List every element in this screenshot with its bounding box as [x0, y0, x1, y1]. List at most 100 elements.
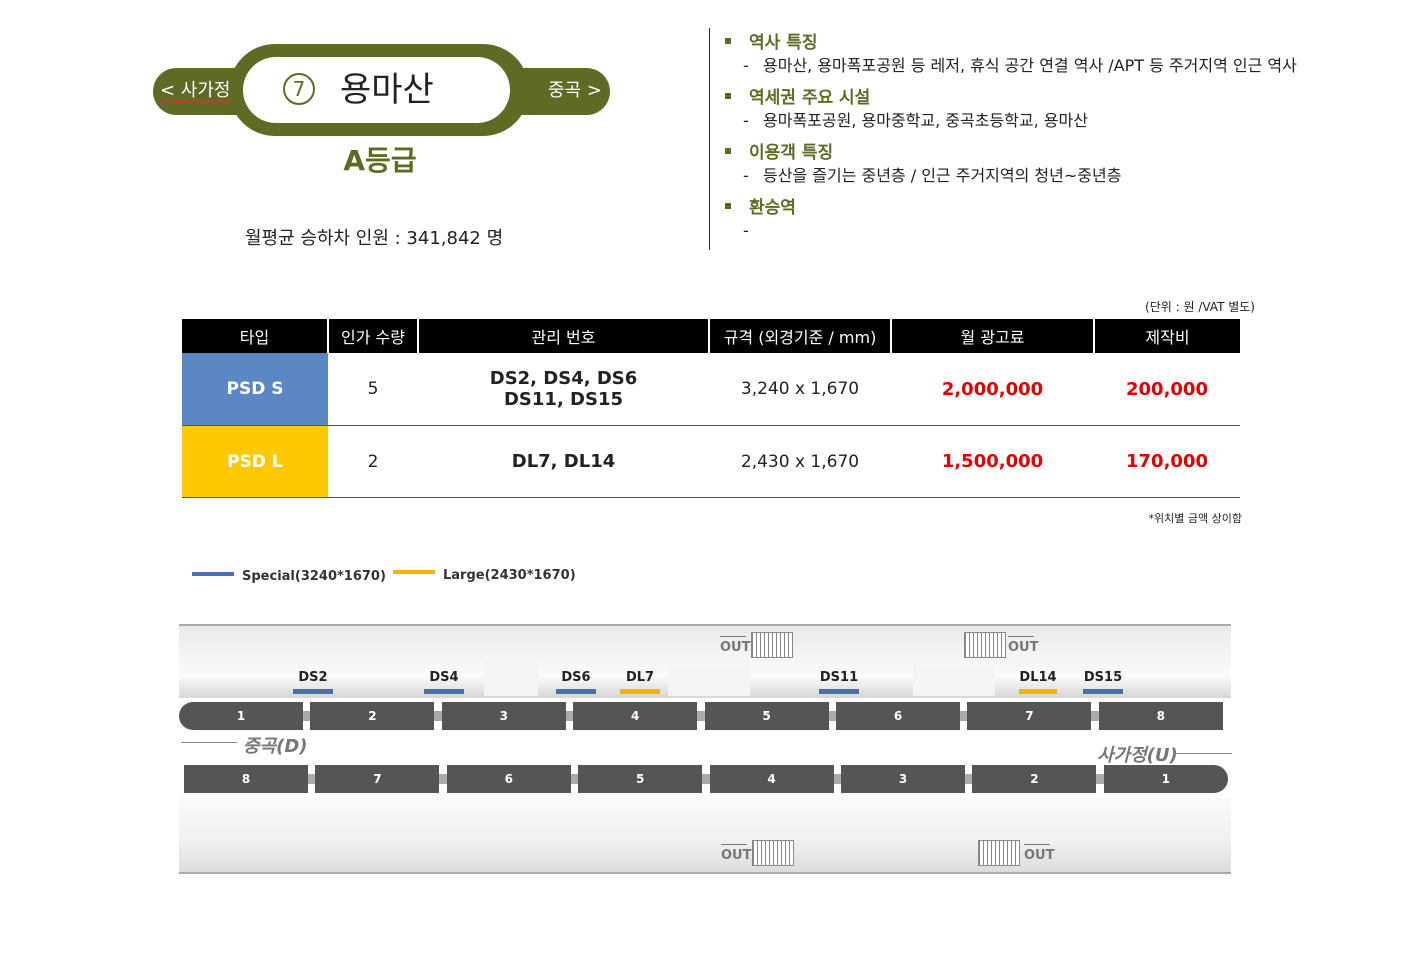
train-car: 8	[184, 765, 308, 793]
qty-cell: 2	[328, 425, 418, 498]
train-car: 7	[967, 702, 1092, 730]
large-legend-swatch	[393, 570, 435, 574]
direction-right-label: 사가정(U)	[1097, 745, 1178, 766]
train-car: 6	[836, 702, 960, 730]
car-coupler	[308, 774, 316, 784]
station-grade: A등급	[343, 144, 417, 177]
car-coupler	[833, 774, 841, 784]
car-coupler	[702, 774, 710, 784]
door-label: DL7	[625, 670, 655, 685]
monthly-riders: 월평균 승하차 인원 : 341,842 명	[245, 228, 504, 249]
unit-note: (단위 : 원 /VAT 별도)	[1145, 300, 1255, 314]
train-car: 1	[179, 702, 303, 730]
size-cell: 2,430 x 1,670	[709, 425, 891, 498]
table-footnote: *위치별 금액 상이함	[1148, 512, 1242, 525]
car-coupler	[965, 774, 973, 784]
feature-desc: 용마폭포공원, 용마중학교, 중곡초등학교, 용마산	[763, 111, 1088, 130]
col-qty: 인가 수량	[327, 319, 418, 353]
special-legend-label: Special(3240*1670)	[242, 569, 386, 584]
production-cell: 170,000	[1094, 425, 1240, 498]
train-car: 2	[310, 702, 435, 730]
car-coupler	[697, 711, 705, 721]
door-marker	[1083, 689, 1123, 694]
prev-station-link[interactable]: < 사가정	[160, 78, 240, 104]
train-car: 4	[573, 702, 698, 730]
car-coupler	[960, 711, 968, 721]
table-row: PSD S 5 DS2, DS4, DS6 DS11, DS15 3,240 x …	[182, 353, 1240, 426]
door-marker	[424, 689, 464, 694]
feature-transfer: 환승역 -	[725, 196, 1405, 242]
car-coupler	[439, 774, 447, 784]
car-coupler	[570, 774, 579, 784]
car-coupler	[303, 711, 311, 721]
train-car: 5	[578, 765, 703, 793]
qty-cell: 5	[328, 353, 418, 426]
feature-title: 이용객 특징	[749, 143, 834, 163]
car-coupler	[1096, 774, 1104, 784]
train-car: 6	[446, 765, 571, 793]
door-label: DS6	[561, 670, 591, 685]
bullet-icon	[725, 148, 731, 154]
feature-history: 역사 특징 - 용마산, 용마폭포공원 등 레저, 휴식 공간 연결 역사 /AP…	[725, 31, 1405, 77]
car-coupler	[434, 711, 442, 721]
monthly-cell: 1,500,000	[891, 425, 1094, 498]
stairs-icon	[978, 840, 1020, 866]
feature-facilities: 역세권 주요 시설 - 용마폭포공원, 용마중학교, 중곡초등학교, 용마산	[725, 86, 1405, 132]
production-cell: 200,000	[1094, 353, 1240, 426]
exit-label: OUT	[1024, 848, 1055, 863]
exit-label: OUT	[721, 848, 752, 863]
monthly-cell: 2,000,000	[891, 353, 1094, 426]
vertical-divider	[709, 28, 710, 250]
table-row: PSD L 2 DL7, DL14 2,430 x 1,670 1,500,00…	[182, 425, 1240, 498]
feature-desc: 등산을 즐기는 중년층 / 인근 주거지역의 청년~중년층	[763, 166, 1122, 185]
door-marker	[556, 689, 596, 694]
dir-left-arrow-icon	[181, 742, 237, 743]
train-car: 1	[1103, 765, 1228, 793]
train-car: 3	[841, 765, 965, 793]
door-marker	[819, 689, 859, 694]
type-cell: PSD L	[182, 425, 328, 498]
train-downbound: 87654321	[184, 765, 1238, 795]
car-coupler	[1091, 711, 1099, 721]
col-production: 제작비	[1093, 319, 1240, 353]
train-car: 5	[704, 702, 829, 730]
next-station-link[interactable]: 중곡 >	[548, 78, 608, 104]
door-marker	[1019, 689, 1057, 694]
ids-cell: DS2, DS4, DS6 DS11, DS15	[418, 353, 709, 426]
lower-platform	[179, 798, 1231, 874]
ad-price-table: 타입 인가 수량 관리 번호 규격 (외경기준 / mm) 월 광고료 제작비 …	[182, 319, 1240, 498]
platform-map: OUT OUT DS2 DS4 DS6 DL7 DS11 DL14 DS15 1234567…	[179, 624, 1232, 874]
car-coupler	[828, 711, 836, 721]
feature-title: 역사 특징	[749, 33, 818, 53]
col-monthly: 월 광고료	[890, 319, 1094, 353]
feature-desc: 용마산, 용마폭포공원 등 레저, 휴식 공간 연결 역사 /APT 등 주거지…	[763, 56, 1297, 75]
size-cell: 3,240 x 1,670	[709, 353, 891, 426]
door-marker	[293, 689, 333, 694]
bullet-icon	[725, 38, 731, 44]
col-type: 타입	[182, 319, 328, 353]
type-cell: PSD S	[182, 353, 328, 426]
train-car: 2	[972, 765, 1097, 793]
stairs-icon	[752, 840, 794, 866]
door-marker	[620, 689, 660, 694]
door-label: DL14	[1019, 670, 1057, 685]
large-legend-label: Large(2430*1670)	[443, 568, 576, 583]
ids-cell: DL7, DL14	[418, 425, 709, 498]
train-upbound: 12345678	[179, 702, 1231, 732]
door-label: DS4	[429, 670, 459, 685]
train-car: 3	[441, 702, 566, 730]
train-car: 7	[315, 765, 440, 793]
train-car: 4	[709, 765, 834, 793]
bullet-icon	[725, 203, 731, 209]
door-label: DS11	[819, 670, 859, 685]
station-number: 7	[283, 73, 315, 105]
feature-title: 환승역	[749, 198, 796, 218]
door-markers: DS2 DS4 DS6 DL7 DS11 DL14 DS15	[179, 624, 1231, 696]
col-size: 규격 (외경기준 / mm)	[708, 319, 891, 353]
feature-users: 이용객 특징 - 등산을 즐기는 중년층 / 인근 주거지역의 청년~중년층	[725, 141, 1405, 187]
table-header-row: 타입 인가 수량 관리 번호 규격 (외경기준 / mm) 월 광고료 제작비	[182, 319, 1240, 353]
exit-arrow-icon	[1024, 844, 1050, 845]
direction-left-label: 중곡(D)	[243, 736, 308, 757]
feature-title: 역세권 주요 시설	[749, 88, 871, 108]
station-name: 용마산	[340, 70, 434, 110]
